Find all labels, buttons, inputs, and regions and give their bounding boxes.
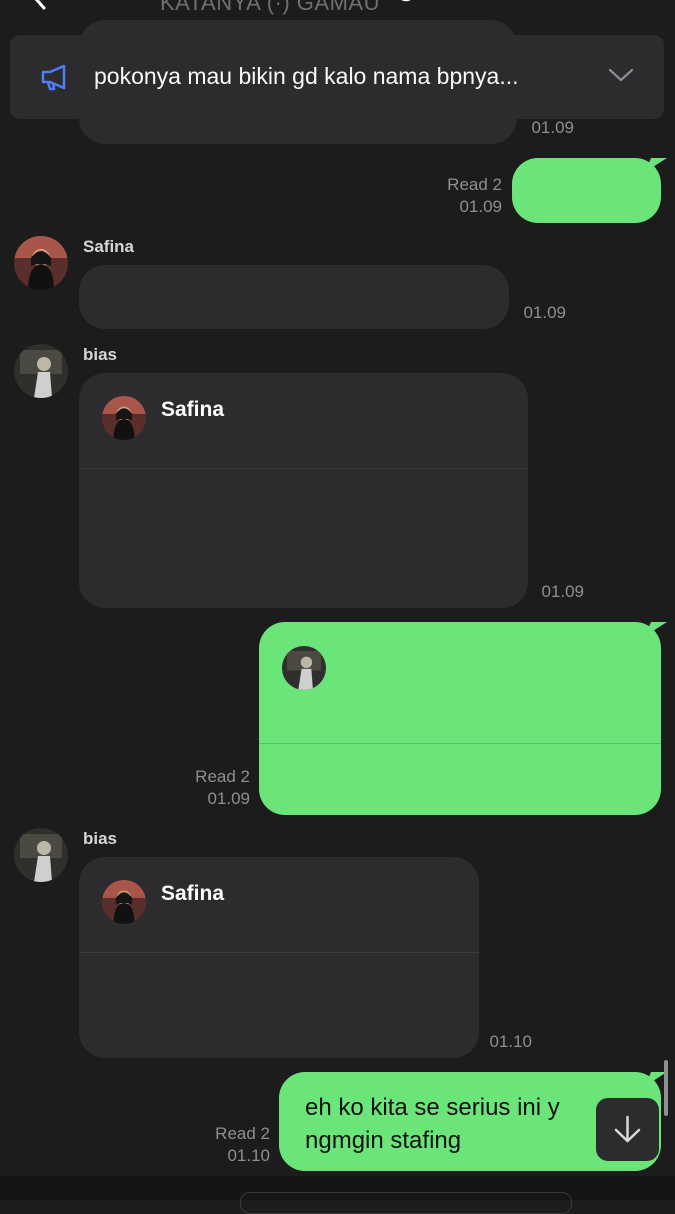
- megaphone-icon: [41, 64, 66, 91]
- message-bubble-outgoing[interactable]: [512, 158, 661, 223]
- message-time: 01.10: [227, 1146, 270, 1165]
- read-receipt: Read 2: [215, 1124, 270, 1143]
- pinned-announcement[interactable]: pokonya mau bikin gd kalo nama bpnya...: [10, 35, 664, 119]
- sender-name: bias: [83, 345, 118, 364]
- message-bubble-outgoing-reply[interactable]: [259, 622, 661, 815]
- announcement-text: pokonya mau bikin gd kalo nama bpnya...: [94, 63, 519, 89]
- call-icon[interactable]: [463, 0, 491, 10]
- message-time: 01.09: [459, 197, 502, 216]
- quote-avatar: [102, 880, 146, 924]
- quote-avatar: [102, 396, 146, 440]
- back-icon[interactable]: [28, 0, 56, 10]
- sender-name: bias: [83, 829, 118, 848]
- message-input[interactable]: [240, 1192, 572, 1214]
- chat-title[interactable]: KATANYA (·) GAMAU: [160, 0, 380, 16]
- read-receipt: Read 2: [447, 175, 502, 194]
- quote-divider: [79, 952, 479, 953]
- quote-divider: [259, 743, 661, 744]
- search-icon[interactable]: [396, 0, 424, 10]
- message-time: 01.09: [531, 118, 574, 137]
- message-time: 01.10: [489, 1032, 532, 1051]
- chevron-down-icon[interactable]: [608, 65, 634, 85]
- message-bubble-incoming[interactable]: [79, 265, 509, 329]
- bubble-tail: [645, 158, 667, 172]
- scrollbar[interactable]: [664, 1060, 668, 1116]
- message-bubble-reply[interactable]: Safina: [79, 857, 479, 1058]
- avatar-bias[interactable]: [14, 344, 68, 398]
- quote-avatar: [282, 646, 326, 690]
- quote-sender-name: Safina: [161, 398, 225, 421]
- bubble-tail: [645, 622, 667, 636]
- menu-icon[interactable]: [610, 0, 638, 10]
- notes-icon[interactable]: [531, 0, 559, 10]
- quote-divider: [79, 468, 528, 469]
- sender-name: Safina: [83, 237, 135, 256]
- input-bar: [0, 1176, 675, 1214]
- avatar-bias[interactable]: [14, 828, 68, 882]
- message-bubble-reply[interactable]: Safina: [79, 373, 528, 608]
- scroll-to-bottom-button[interactable]: [596, 1098, 659, 1161]
- message-time: 01.09: [541, 582, 584, 601]
- quote-sender-name: Safina: [161, 882, 225, 905]
- message-time: 01.09: [523, 303, 566, 322]
- arrow-down-icon: [614, 1115, 641, 1143]
- message-time: 01.09: [207, 789, 250, 808]
- avatar-safina[interactable]: [14, 236, 68, 290]
- read-receipt: Read 2: [195, 767, 250, 786]
